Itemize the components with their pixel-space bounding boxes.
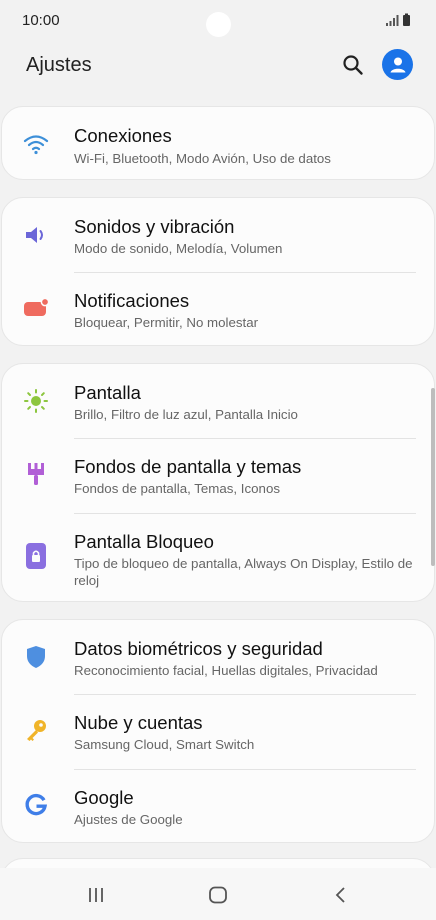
status-bar: 10:00	[0, 0, 436, 40]
settings-screen: 10:00 Ajustes Conexiones Wi-Fi, Bluetoot…	[0, 0, 436, 920]
page-title: Ajustes	[26, 54, 92, 76]
item-title: Datos biométricos y seguridad	[74, 638, 323, 659]
search-button[interactable]	[339, 51, 367, 79]
settings-item-biometricos[interactable]: Datos biométricos y seguridad Reconocimi…	[2, 620, 434, 694]
item-title: Pantalla	[74, 382, 141, 403]
item-title: Pantalla Bloqueo	[74, 531, 214, 552]
item-title: Sonidos y vibración	[74, 216, 235, 237]
item-subtitle: Tipo de bloqueo de pantalla, Always On D…	[74, 556, 413, 588]
item-subtitle: Fondos de pantalla, Temas, Iconos	[74, 481, 280, 496]
scrollbar[interactable]	[431, 388, 435, 566]
home-icon	[209, 886, 227, 904]
settings-item-conexiones[interactable]: Conexiones Wi-Fi, Bluetooth, Modo Avión,…	[2, 107, 434, 181]
google-icon	[22, 791, 50, 819]
speaker-icon	[22, 221, 50, 249]
item-subtitle: Brillo, Filtro de luz azul, Pantalla Ini…	[74, 407, 298, 422]
wifi-icon	[22, 130, 50, 158]
signal-battery-icon	[386, 13, 410, 26]
paintbrush-icon	[22, 460, 50, 488]
lock-screen-icon	[22, 542, 50, 570]
item-title: Notificaciones	[74, 290, 190, 311]
status-time: 10:00	[22, 12, 60, 29]
item-subtitle: Wi-Fi, Bluetooth, Modo Avión, Uso de dat…	[74, 151, 331, 166]
shield-icon	[22, 643, 50, 671]
app-header: Ajustes	[0, 44, 436, 88]
settings-item-pantalla-bloqueo[interactable]: Pantalla Bloqueo Tipo de bloqueo de pant…	[2, 514, 434, 603]
settings-group-sound: Sonidos y vibración Modo de sonido, Melo…	[1, 197, 435, 346]
home-button[interactable]	[203, 882, 233, 908]
notification-icon	[22, 294, 50, 322]
key-icon	[22, 716, 50, 744]
settings-group-connections: Conexiones Wi-Fi, Bluetooth, Modo Avión,…	[1, 106, 435, 180]
search-icon	[343, 55, 363, 75]
item-subtitle: Bloquear, Permitir, No molestar	[74, 315, 259, 330]
settings-item-notificaciones[interactable]: Notificaciones Bloquear, Permitir, No mo…	[2, 273, 434, 347]
item-subtitle: Samsung Cloud, Smart Switch	[74, 737, 255, 752]
person-icon	[390, 57, 405, 72]
item-subtitle: Ajustes de Google	[74, 812, 183, 827]
item-title: Nube y cuentas	[74, 712, 203, 733]
back-icon	[335, 887, 345, 903]
settings-item-pantalla[interactable]: Pantalla Brillo, Filtro de luz azul, Pan…	[2, 364, 434, 438]
back-button[interactable]	[326, 882, 356, 908]
recent-apps-button[interactable]	[81, 882, 111, 908]
settings-group-security: Datos biométricos y seguridad Reconocimi…	[1, 619, 435, 843]
settings-item-google[interactable]: Google Ajustes de Google	[2, 770, 434, 844]
account-avatar-button[interactable]	[382, 49, 413, 80]
settings-item-fondos[interactable]: Fondos de pantalla y temas Fondos de pan…	[2, 439, 434, 513]
front-camera-cutout	[206, 12, 231, 37]
settings-item-nube[interactable]: Nube y cuentas Samsung Cloud, Smart Swit…	[2, 695, 434, 769]
brightness-icon	[22, 387, 50, 415]
navigation-bar	[0, 868, 436, 920]
recent-apps-icon	[89, 888, 103, 902]
item-title: Google	[74, 787, 134, 808]
settings-item-sonidos[interactable]: Sonidos y vibración Modo de sonido, Melo…	[2, 198, 434, 272]
item-subtitle: Modo de sonido, Melodía, Volumen	[74, 241, 283, 256]
settings-group-display: Pantalla Brillo, Filtro de luz azul, Pan…	[1, 363, 435, 602]
item-title: Conexiones	[74, 125, 172, 146]
item-title: Fondos de pantalla y temas	[74, 456, 302, 477]
item-subtitle: Reconocimiento facial, Huellas digitales…	[74, 663, 378, 678]
